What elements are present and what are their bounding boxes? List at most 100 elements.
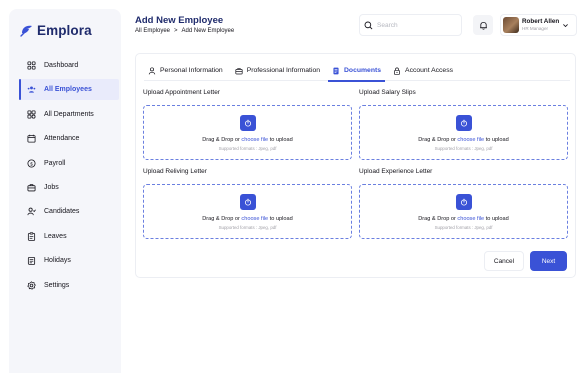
dropzone-text: to upload [268,137,293,143]
employees-icon [27,85,36,94]
sidebar-nav: Dashboard All Employees All Departments … [19,55,119,299]
user-role: HR Manager [522,25,549,31]
notifications-button[interactable] [473,15,493,35]
supported-formats: Supported formats : Jpeg, pdf [434,225,493,230]
sidebar-item-settings[interactable]: Settings [19,275,119,296]
departments-icon [27,110,36,119]
candidates-icon [27,207,36,216]
choose-file-link[interactable]: choose file [241,216,268,222]
gear-icon [27,280,36,290]
user-profile-menu[interactable]: Robert Allen HR Manager [500,14,577,36]
upload-button[interactable] [239,194,256,210]
upload-appointment-letter-dropzone[interactable]: Drag & Drop or choose file to upload Sup… [143,105,352,160]
choose-file-link[interactable]: choose file [457,216,484,222]
supported-formats: Supported formats : Jpeg, pdf [434,146,493,151]
search-icon [364,21,373,29]
choose-file-link[interactable]: choose file [241,137,268,143]
breadcrumb: All Employee > Add New Employee [135,28,234,34]
dollar-icon: $ [27,159,36,168]
dropzone-instructions: Drag & Drop or choose file to upload [202,216,293,222]
upload-experience-letter-dropzone[interactable]: Drag & Drop or choose file to upload Sup… [359,184,568,239]
upload-button[interactable] [455,194,472,210]
upload-icon [244,198,251,206]
sidebar-item-label: Holidays [44,257,71,265]
upload-appointment-letter-label: Upload Appointment Letter [143,89,220,96]
tab-account-access[interactable]: Account Access [389,60,457,81]
supported-formats: Supported formats : Jpeg, pdf [218,146,277,151]
sidebar-item-holidays[interactable]: Holidays [19,250,119,271]
avatar [503,17,519,33]
sidebar-item-all-employees[interactable]: All Employees [19,79,119,101]
employee-form-card: Personal Information Professional Inform… [135,53,576,278]
sidebar-item-label: All Departments [44,110,94,118]
search-input[interactable] [377,21,457,29]
dropzone-text: Drag & Drop or [418,137,458,143]
sidebar-item-all-departments[interactable]: All Departments [19,104,119,125]
next-button[interactable]: Next [530,251,567,271]
bell-icon [479,21,487,30]
clipboard-icon [27,232,36,241]
tab-label: Documents [344,67,382,74]
supported-formats: Supported formats : Jpeg, pdf [218,225,277,230]
breadcrumb-current: Add New Employee [181,28,235,34]
upload-button[interactable] [239,115,256,131]
tab-label: Professional Information [246,67,321,74]
sidebar-item-dashboard[interactable]: Dashboard [19,55,119,76]
choose-file-link[interactable]: choose file [457,137,484,143]
dropzone-text: Drag & Drop or [418,216,458,222]
lock-icon [394,67,400,75]
dropzone-instructions: Drag & Drop or choose file to upload [418,137,509,143]
sidebar-item-label: Payroll [44,159,66,167]
dropzone-text: Drag & Drop or [202,137,242,143]
sidebar-item-payroll[interactable]: $ Payroll [19,153,119,174]
upload-reliving-letter-dropzone[interactable]: Drag & Drop or choose file to upload Sup… [143,184,352,239]
breadcrumb-link-all-employee[interactable]: All Employee [135,28,170,34]
sidebar-item-label: Jobs [44,183,59,191]
logo-icon [20,25,32,37]
upload-salary-slips-label: Upload Salary Slips [359,89,416,96]
tab-label: Personal Information [160,67,223,74]
sidebar-item-candidates[interactable]: Candidates [19,201,119,222]
tab-label: Account Access [405,67,454,74]
dropzone-text: to upload [268,216,293,222]
sidebar-item-leaves[interactable]: Leaves [19,226,119,247]
briefcase-icon [235,67,243,74]
sidebar-item-attendance[interactable]: Attendance [19,128,119,149]
breadcrumb-separator: > [174,28,178,34]
dropzone-text: to upload [484,216,509,222]
upload-experience-letter-label: Upload Experience Letter [359,168,433,175]
tab-documents[interactable]: Documents [328,60,386,82]
sidebar-item-label: All Employees [44,86,92,94]
sidebar-item-label: Candidates [44,208,80,216]
sidebar-item-label: Settings [44,281,70,289]
tab-personal-information[interactable]: Personal Information [144,60,227,81]
brand-name: Emplora [37,23,92,38]
upload-icon [460,119,467,127]
document-icon [333,67,339,74]
brand-logo[interactable]: Emplora [20,23,92,38]
page-title: Add New Employee [135,15,224,26]
sidebar-item-label: Attendance [44,135,80,143]
upload-reliving-letter-label: Upload Reliving Letter [143,168,207,175]
svg-text:$: $ [30,161,33,167]
tab-professional-information[interactable]: Professional Information [231,60,324,81]
chevron-down-icon [563,23,569,27]
search-box [359,14,462,36]
upload-salary-slips-dropzone[interactable]: Drag & Drop or choose file to upload Sup… [359,105,568,160]
dropzone-instructions: Drag & Drop or choose file to upload [418,216,509,222]
dropzone-text: to upload [484,137,509,143]
sidebar-item-jobs[interactable]: Jobs [19,177,119,198]
upload-icon [244,119,251,127]
dropzone-text: Drag & Drop or [202,216,242,222]
sidebar-item-label: Leaves [44,232,67,240]
upload-button[interactable] [455,115,472,131]
cancel-button[interactable]: Cancel [484,251,524,271]
dropzone-instructions: Drag & Drop or choose file to upload [202,137,293,143]
user-name: Robert Allen [522,18,560,26]
holiday-icon [27,256,36,265]
user-icon [148,66,156,74]
briefcase-icon [27,183,36,192]
upload-icon [460,198,467,206]
sidebar: Emplora Dashboard All Employees All Depa… [9,9,121,373]
sidebar-item-label: Dashboard [44,62,79,69]
